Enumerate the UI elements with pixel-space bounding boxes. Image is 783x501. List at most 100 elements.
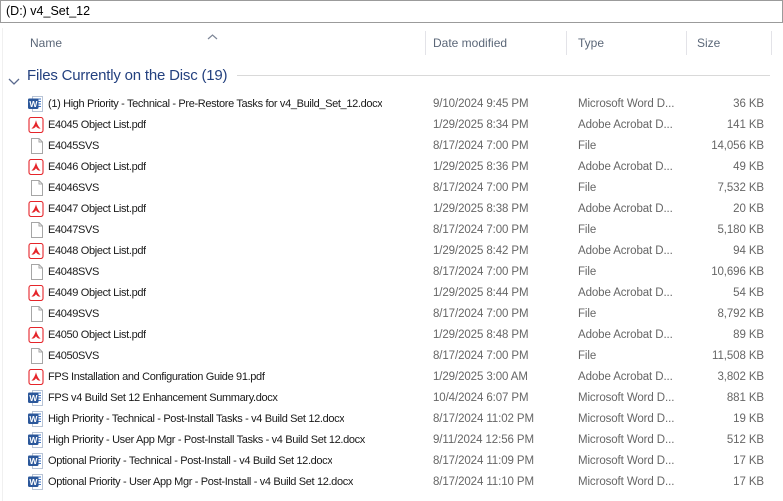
file-type: Microsoft Word D... <box>578 475 675 488</box>
file-size: 14,056 KB <box>711 139 764 152</box>
file-name-cell: E4047SVS <box>0 221 426 238</box>
file-size: 89 KB <box>733 328 764 341</box>
table-row[interactable]: E4046 Object List.pdf 1/29/2025 8:36 PM Ad… <box>0 156 783 177</box>
file-size: 7,532 KB <box>717 181 764 194</box>
file-size: 881 KB <box>726 391 764 404</box>
file-size: 54 KB <box>733 286 764 299</box>
svg-text:W: W <box>29 393 38 403</box>
file-size: 19 KB <box>733 412 764 425</box>
table-row[interactable]: E4046SVS 8/17/2024 7:00 PM File 7,532 KB <box>0 177 783 198</box>
table-row[interactable]: W (1) High Priority - Technical - Pre-Res… <box>0 93 783 114</box>
file-name: FPS v4 Build Set 12 Enhancement Summary.… <box>48 391 278 404</box>
file-name: E4050 Object List.pdf <box>48 328 146 341</box>
table-row[interactable]: E4048SVS 8/17/2024 7:00 PM File 10,696 KB <box>0 261 783 282</box>
file-size: 5,180 KB <box>717 223 764 236</box>
file-size: 141 KB <box>726 118 764 131</box>
file-name-cell: E4046SVS <box>0 179 426 196</box>
column-header-date-modified[interactable]: Date modified <box>433 36 507 50</box>
file-name-cell: W Optional Priority - User App Mgr - Post… <box>0 473 426 490</box>
file-type: File <box>578 307 597 320</box>
generic-file-icon <box>28 179 44 196</box>
svg-text:W: W <box>29 99 38 109</box>
file-name: E4049SVS <box>48 307 100 320</box>
column-header-size[interactable]: Size <box>697 36 720 50</box>
file-date-modified: 8/17/2024 7:00 PM <box>433 181 529 194</box>
table-row[interactable]: E4045 Object List.pdf 1/29/2025 8:34 PM Ad… <box>0 114 783 135</box>
file-name: E4049 Object List.pdf <box>48 286 146 299</box>
file-size: 3,802 KB <box>717 370 764 383</box>
table-row[interactable]: W Optional Priority - User App Mgr - Post… <box>0 471 783 492</box>
file-size: 20 KB <box>733 202 764 215</box>
file-name-cell: E4050SVS <box>0 347 426 364</box>
file-list: W (1) High Priority - Technical - Pre-Res… <box>0 93 783 492</box>
file-size: 36 KB <box>733 97 764 110</box>
file-date-modified: 8/17/2024 11:09 PM <box>433 454 534 467</box>
file-name: E4047SVS <box>48 223 100 236</box>
file-name-cell: E4049SVS <box>0 305 426 322</box>
file-type: Adobe Acrobat D... <box>578 328 673 341</box>
file-name: (1) High Priority - Technical - Pre-Rest… <box>48 97 383 110</box>
table-row[interactable]: W Optional Priority - Technical - Post-In… <box>0 450 783 471</box>
column-separator[interactable] <box>686 31 687 55</box>
table-row[interactable]: E4050SVS 8/17/2024 7:00 PM File 11,508 KB <box>0 345 783 366</box>
file-date-modified: 8/17/2024 7:00 PM <box>433 349 529 362</box>
table-row[interactable]: E4045SVS 8/17/2024 7:00 PM File 14,056 KB <box>0 135 783 156</box>
file-name-cell: E4049 Object List.pdf <box>0 284 426 301</box>
file-type: Microsoft Word D... <box>578 391 675 404</box>
file-date-modified: 1/29/2025 8:48 PM <box>433 328 529 341</box>
file-type: Adobe Acrobat D... <box>578 370 673 383</box>
file-type: File <box>578 181 597 194</box>
disc-label-bar: (D:) v4_Set_12 <box>0 0 783 23</box>
table-row[interactable]: E4050 Object List.pdf 1/29/2025 8:48 PM Ad… <box>0 324 783 345</box>
file-name-cell: W High Priority - Technical - Post-Instal… <box>0 410 426 427</box>
file-name: FPS Installation and Configuration Guide… <box>48 370 265 383</box>
pdf-file-icon <box>28 284 44 301</box>
file-name: E4045 Object List.pdf <box>48 118 146 131</box>
file-name: E4048SVS <box>48 265 100 278</box>
file-date-modified: 8/17/2024 7:00 PM <box>433 307 529 320</box>
column-header-type[interactable]: Type <box>578 36 604 50</box>
file-name: E4050SVS <box>48 349 100 362</box>
file-type: File <box>578 139 597 152</box>
file-type: File <box>578 349 597 362</box>
column-header-name[interactable]: Name <box>30 36 62 50</box>
file-name: E4045SVS <box>48 139 100 152</box>
table-row[interactable]: E4047 Object List.pdf 1/29/2025 8:38 PM Ad… <box>0 198 783 219</box>
file-date-modified: 1/29/2025 8:42 PM <box>433 244 529 257</box>
file-name-cell: E4048SVS <box>0 263 426 280</box>
chevron-down-icon[interactable] <box>8 72 20 85</box>
file-date-modified: 8/17/2024 11:10 PM <box>433 475 534 488</box>
table-row[interactable]: E4049SVS 8/17/2024 7:00 PM File 8,792 KB <box>0 303 783 324</box>
table-row[interactable]: E4047SVS 8/17/2024 7:00 PM File 5,180 KB <box>0 219 783 240</box>
column-separator[interactable] <box>771 31 772 55</box>
group-header-rule <box>237 74 770 76</box>
file-type: Microsoft Word D... <box>578 433 675 446</box>
explorer-window: (D:) v4_Set_12 Name Date modified Type S… <box>0 0 783 501</box>
file-name-cell: E4045 Object List.pdf <box>0 116 426 133</box>
file-type: Adobe Acrobat D... <box>578 160 673 173</box>
svg-text:W: W <box>29 414 38 424</box>
file-type: Microsoft Word D... <box>578 97 675 110</box>
table-row[interactable]: E4048 Object List.pdf 1/29/2025 8:42 PM Ad… <box>0 240 783 261</box>
file-date-modified: 9/11/2024 12:56 PM <box>433 433 534 446</box>
file-size: 10,696 KB <box>711 265 764 278</box>
table-row[interactable]: W FPS v4 Build Set 12 Enhancement Summary… <box>0 387 783 408</box>
pdf-file-icon <box>28 326 44 343</box>
file-size: 94 KB <box>733 244 764 257</box>
column-separator[interactable] <box>425 31 426 55</box>
table-row[interactable]: W High Priority - User App Mgr - Post-Ins… <box>0 429 783 450</box>
file-name-cell: FPS Installation and Configuration Guide… <box>0 368 426 385</box>
table-row[interactable]: E4049 Object List.pdf 1/29/2025 8:44 PM Ad… <box>0 282 783 303</box>
word-file-icon: W <box>28 452 44 469</box>
table-row[interactable]: FPS Installation and Configuration Guide… <box>0 366 783 387</box>
file-name-cell: W FPS v4 Build Set 12 Enhancement Summary… <box>0 389 426 406</box>
file-type: File <box>578 265 597 278</box>
file-size: 512 KB <box>726 433 764 446</box>
file-type: Adobe Acrobat D... <box>578 244 673 257</box>
file-name-cell: W Optional Priority - Technical - Post-In… <box>0 452 426 469</box>
word-file-icon: W <box>28 410 44 427</box>
table-row[interactable]: W High Priority - Technical - Post-Instal… <box>0 408 783 429</box>
word-file-icon: W <box>28 473 44 490</box>
file-name: E4046 Object List.pdf <box>48 160 146 173</box>
column-separator[interactable] <box>566 31 567 55</box>
